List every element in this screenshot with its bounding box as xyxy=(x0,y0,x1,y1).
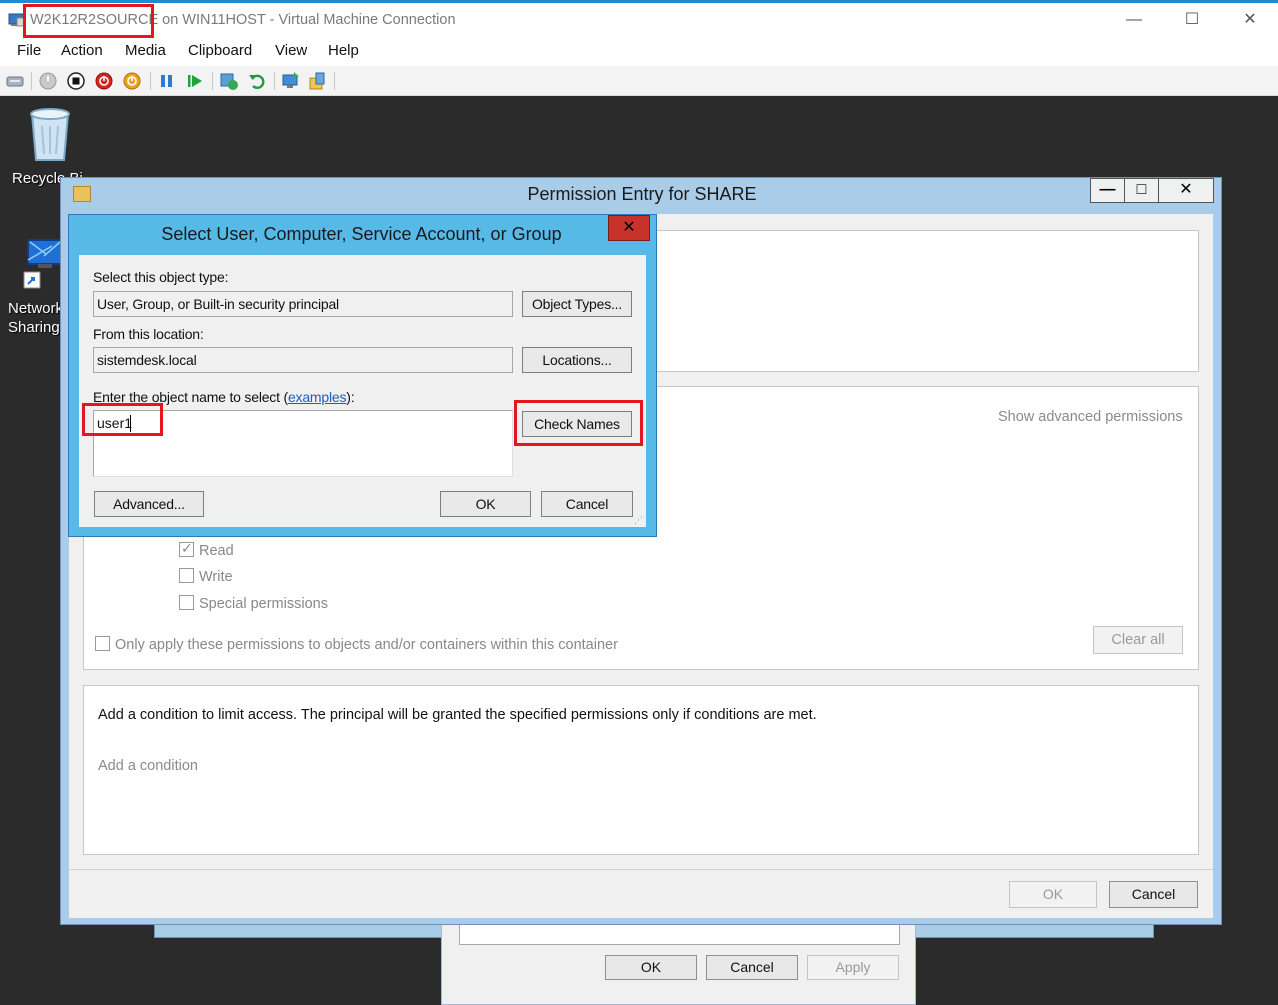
advanced-button[interactable]: Advanced... xyxy=(94,491,204,517)
permission-read[interactable]: Read xyxy=(179,540,234,559)
turn-off-icon[interactable] xyxy=(66,71,86,91)
write-label: Write xyxy=(199,569,233,585)
host-minimize-button[interactable]: — xyxy=(1123,9,1145,31)
locations-button[interactable]: Locations... xyxy=(522,347,632,373)
network-sharing-label-1: Network xyxy=(8,300,64,317)
examples-link[interactable]: examples xyxy=(288,389,347,405)
select-user-dialog: Select User, Computer, Service Account, … xyxy=(68,214,657,537)
condition-panel: Add a condition to limit access. The pri… xyxy=(83,685,1199,855)
background-apply-button[interactable]: Apply xyxy=(807,955,899,980)
object-types-button[interactable]: Object Types... xyxy=(522,291,632,317)
menu-clipboard[interactable]: Clipboard xyxy=(188,42,252,59)
host-title-rest: on WIN11HOST - Virtual Machine Connectio… xyxy=(158,12,456,28)
select-user-dialog-title: Select User, Computer, Service Account, … xyxy=(161,224,562,244)
network-sharing-label-2: Sharing xyxy=(8,319,60,336)
select-user-dialog-body: Select this object type: User, Group, or… xyxy=(79,255,646,527)
only-apply-option[interactable]: Only apply these permissions to objects … xyxy=(95,636,618,653)
pause-icon[interactable] xyxy=(157,71,177,91)
host-menu-bar: File Action Media Clipboard View Help xyxy=(0,38,1278,66)
resume-icon[interactable] xyxy=(185,71,205,91)
highlight-check-names xyxy=(514,400,643,446)
perm-maximize-button[interactable]: □ xyxy=(1124,178,1159,203)
shut-down-icon[interactable] xyxy=(94,71,114,91)
permission-write[interactable]: Write xyxy=(179,568,233,585)
background-cancel-button[interactable]: Cancel xyxy=(706,955,798,980)
special-permissions-label: Special permissions xyxy=(199,596,328,612)
highlight-object-name xyxy=(82,403,163,436)
object-name-label-end: ): xyxy=(346,389,355,405)
host-toolbar xyxy=(0,66,1278,96)
add-condition-link[interactable]: Add a condition xyxy=(98,758,198,774)
start-icon[interactable] xyxy=(38,71,58,91)
condition-description: Add a condition to limit access. The pri… xyxy=(98,707,817,723)
location-label: From this location: xyxy=(93,326,204,342)
perm-minimize-button[interactable]: — xyxy=(1090,178,1125,203)
perm-footer-divider xyxy=(69,869,1213,870)
clear-all-button[interactable]: Clear all xyxy=(1093,626,1183,654)
menu-view[interactable]: View xyxy=(275,42,307,59)
show-advanced-permissions-link[interactable]: Show advanced permissions xyxy=(998,409,1183,425)
revert-icon[interactable] xyxy=(247,71,267,91)
recycle-bin-icon[interactable] xyxy=(24,104,76,164)
location-field: sistemdesk.local xyxy=(93,347,513,373)
perm-cancel-button[interactable]: Cancel xyxy=(1109,881,1198,908)
highlight-vm-name xyxy=(23,4,154,38)
only-apply-label: Only apply these permissions to objects … xyxy=(115,637,618,653)
save-icon[interactable] xyxy=(122,71,142,91)
menu-action[interactable]: Action xyxy=(61,42,103,59)
write-checkbox[interactable] xyxy=(179,568,194,583)
permission-special[interactable]: Special permissions xyxy=(179,595,328,612)
dialog-close-button[interactable]: ✕ xyxy=(608,215,650,241)
menu-media[interactable]: Media xyxy=(125,42,166,59)
share-icon[interactable] xyxy=(307,71,327,91)
resize-grip-icon[interactable]: ⋰ xyxy=(634,515,644,525)
perm-close-button[interactable]: ✕ xyxy=(1158,178,1214,203)
dialog-cancel-button[interactable]: Cancel xyxy=(541,491,633,517)
read-label: Read xyxy=(199,543,234,559)
ctrl-alt-del-icon[interactable] xyxy=(5,71,25,91)
background-ok-button[interactable]: OK xyxy=(605,955,697,980)
dialog-ok-button[interactable]: OK xyxy=(440,491,531,517)
object-type-field: User, Group, or Built-in security princi… xyxy=(93,291,513,317)
menu-file[interactable]: File xyxy=(17,42,41,59)
read-checkbox[interactable] xyxy=(179,540,194,557)
host-title-bar: W2K12R2SOURCE on WIN11HOST - Virtual Mac… xyxy=(0,0,1278,38)
permission-entry-title: Permission Entry for SHARE xyxy=(527,184,757,204)
host-close-button[interactable]: ✕ xyxy=(1239,9,1261,31)
host-maximize-button[interactable]: ☐ xyxy=(1181,9,1203,31)
checkpoint-icon[interactable] xyxy=(219,71,239,91)
perm-ok-button[interactable]: OK xyxy=(1009,881,1097,908)
only-apply-checkbox[interactable] xyxy=(95,636,110,651)
enhanced-session-icon[interactable] xyxy=(281,71,301,91)
menu-help[interactable]: Help xyxy=(328,42,359,59)
object-type-label: Select this object type: xyxy=(93,269,229,285)
special-permissions-checkbox[interactable] xyxy=(179,595,194,610)
